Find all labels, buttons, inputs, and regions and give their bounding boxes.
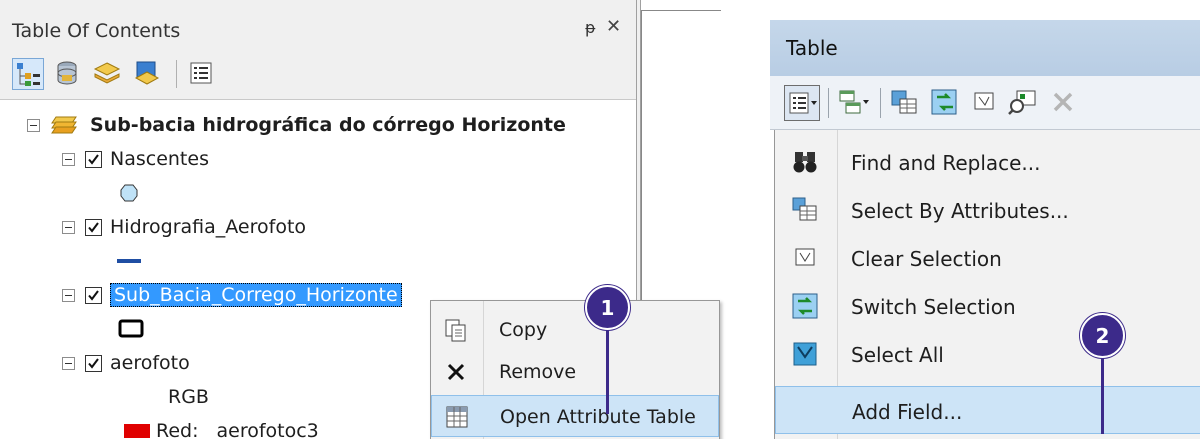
select-by-attributes-icon[interactable] xyxy=(888,85,924,121)
clear-selection-icon xyxy=(791,244,819,272)
menu-item-label: Find and Replace... xyxy=(851,151,1041,175)
point-symbol[interactable] xyxy=(120,176,138,210)
layer-context-menu: Copy Remove Open Attribute Table xyxy=(430,300,720,439)
layer-name: Sub_Bacia_Corrego_Horizonte xyxy=(110,283,402,307)
table-of-contents-panel: Table Of Contents ᵽ ✕ Sub-bacia hidrográ… xyxy=(0,0,721,439)
copy-icon xyxy=(443,317,469,343)
polygon-symbol[interactable] xyxy=(118,312,146,346)
menu-item-label: Clear Selection xyxy=(851,247,1002,271)
list-by-selection-icon[interactable] xyxy=(132,58,164,90)
layer-row[interactable]: Hidrografia_Aerofoto xyxy=(62,210,306,244)
layer-group-icon xyxy=(50,114,78,136)
callout-leader-line xyxy=(1101,358,1104,434)
raster-label: RGB xyxy=(168,386,209,408)
menu-item-label: Select By Attributes... xyxy=(851,199,1069,223)
switch-selection-icon xyxy=(791,292,819,320)
collapse-icon[interactable] xyxy=(62,152,75,166)
menu-item-remove[interactable]: Remove xyxy=(431,351,719,393)
line-symbol[interactable] xyxy=(117,244,143,278)
pin-icon[interactable]: ᵽ xyxy=(585,18,596,37)
layer-visibility-checkbox[interactable] xyxy=(85,218,102,236)
menu-item-label: Open Attribute Table xyxy=(500,406,696,428)
binoculars-icon xyxy=(791,148,819,176)
select-by-attributes-icon xyxy=(791,196,819,224)
menu-item-label: Add Field... xyxy=(852,400,963,424)
list-by-drawing-order-icon[interactable] xyxy=(12,58,44,90)
menu-item-clear-selection[interactable]: Clear Selection xyxy=(775,234,1200,282)
point-symbol-icon xyxy=(120,184,138,202)
toc-header: Table Of Contents ᵽ ✕ xyxy=(0,0,636,48)
attribute-table-icon xyxy=(444,404,470,430)
polygon-symbol-icon xyxy=(118,319,144,338)
collapse-icon[interactable] xyxy=(27,118,40,132)
list-by-source-icon[interactable] xyxy=(52,58,84,90)
layer-name: aerofoto xyxy=(110,352,190,374)
layer-row[interactable]: Nascentes xyxy=(62,142,209,176)
menu-item-select-by-attributes[interactable]: Select By Attributes... xyxy=(775,186,1200,234)
menu-item-select-all[interactable]: Select All xyxy=(775,330,1200,378)
delete-selected-icon[interactable] xyxy=(1046,85,1082,121)
menu-item-add-field[interactable]: Add Field... xyxy=(775,386,1200,434)
menu-item-open-attribute-table[interactable]: Open Attribute Table xyxy=(431,395,719,437)
toolbar-separator xyxy=(176,60,177,88)
table-window-title: Table xyxy=(786,36,838,60)
menu-item-copy[interactable]: Copy xyxy=(431,309,719,351)
menu-item-find-and-replace[interactable]: Find and Replace... xyxy=(775,138,1200,186)
table-window-titlebar: Table xyxy=(770,20,1200,76)
remove-icon xyxy=(443,359,469,385)
menu-item-label: Select All xyxy=(851,343,944,367)
list-by-visibility-icon[interactable] xyxy=(92,58,124,90)
layer-name: Hidrografia_Aerofoto xyxy=(110,216,307,238)
callout-badge-1: 1 xyxy=(585,285,630,330)
menu-item-label: Remove xyxy=(499,361,577,383)
table-options-menu: Find and Replace... Select By Attributes… xyxy=(774,130,1200,439)
toc-title: Table Of Contents xyxy=(12,20,181,42)
layer-row[interactable]: aerofoto xyxy=(62,346,190,380)
tree-group-row[interactable]: Sub-bacia hidrográfica do córrego Horizo… xyxy=(27,108,566,142)
layer-visibility-checkbox[interactable] xyxy=(85,354,102,372)
toc-toolbar xyxy=(0,48,636,100)
layer-group-name: Sub-bacia hidrográfica do córrego Horizo… xyxy=(90,114,566,136)
red-band-label: Red: xyxy=(156,420,199,439)
layer-visibility-checkbox[interactable] xyxy=(85,150,102,168)
red-band-swatch xyxy=(124,424,150,438)
callout-leader-line xyxy=(606,330,609,414)
select-all-icon xyxy=(791,340,819,368)
zoom-to-selected-icon[interactable] xyxy=(1006,85,1042,121)
close-icon[interactable]: ✕ xyxy=(606,16,621,37)
line-symbol-icon xyxy=(117,259,141,263)
menu-item-switch-selection[interactable]: Switch Selection xyxy=(775,282,1200,330)
layer-row-selected[interactable]: Sub_Bacia_Corrego_Horizonte xyxy=(62,278,402,312)
layer-name: Nascentes xyxy=(110,148,209,170)
callout-badge-2: 2 xyxy=(1080,313,1125,358)
collapse-icon[interactable] xyxy=(62,356,75,370)
related-tables-icon[interactable] xyxy=(836,85,872,121)
clear-selection-icon[interactable] xyxy=(968,85,1004,121)
menu-item-label: Switch Selection xyxy=(851,295,1016,319)
options-icon[interactable] xyxy=(186,58,218,90)
table-toolbar xyxy=(770,76,1200,130)
collapse-icon[interactable] xyxy=(62,288,75,302)
table-window: Table Find and Replace... Select By Attr… xyxy=(770,20,1200,439)
toolbar-separator xyxy=(880,88,881,118)
layer-visibility-checkbox[interactable] xyxy=(85,286,102,304)
collapse-icon[interactable] xyxy=(62,220,75,234)
menu-item-label: Copy xyxy=(499,319,548,341)
toolbar-separator xyxy=(828,88,829,118)
table-options-icon[interactable] xyxy=(784,85,820,121)
red-band-row: Red: aerofotoc3 xyxy=(124,414,319,439)
switch-selection-icon[interactable] xyxy=(928,85,964,121)
map-view[interactable] xyxy=(641,10,721,310)
red-band-value: aerofotoc3 xyxy=(216,420,319,439)
raster-composite-label: RGB xyxy=(168,380,209,414)
